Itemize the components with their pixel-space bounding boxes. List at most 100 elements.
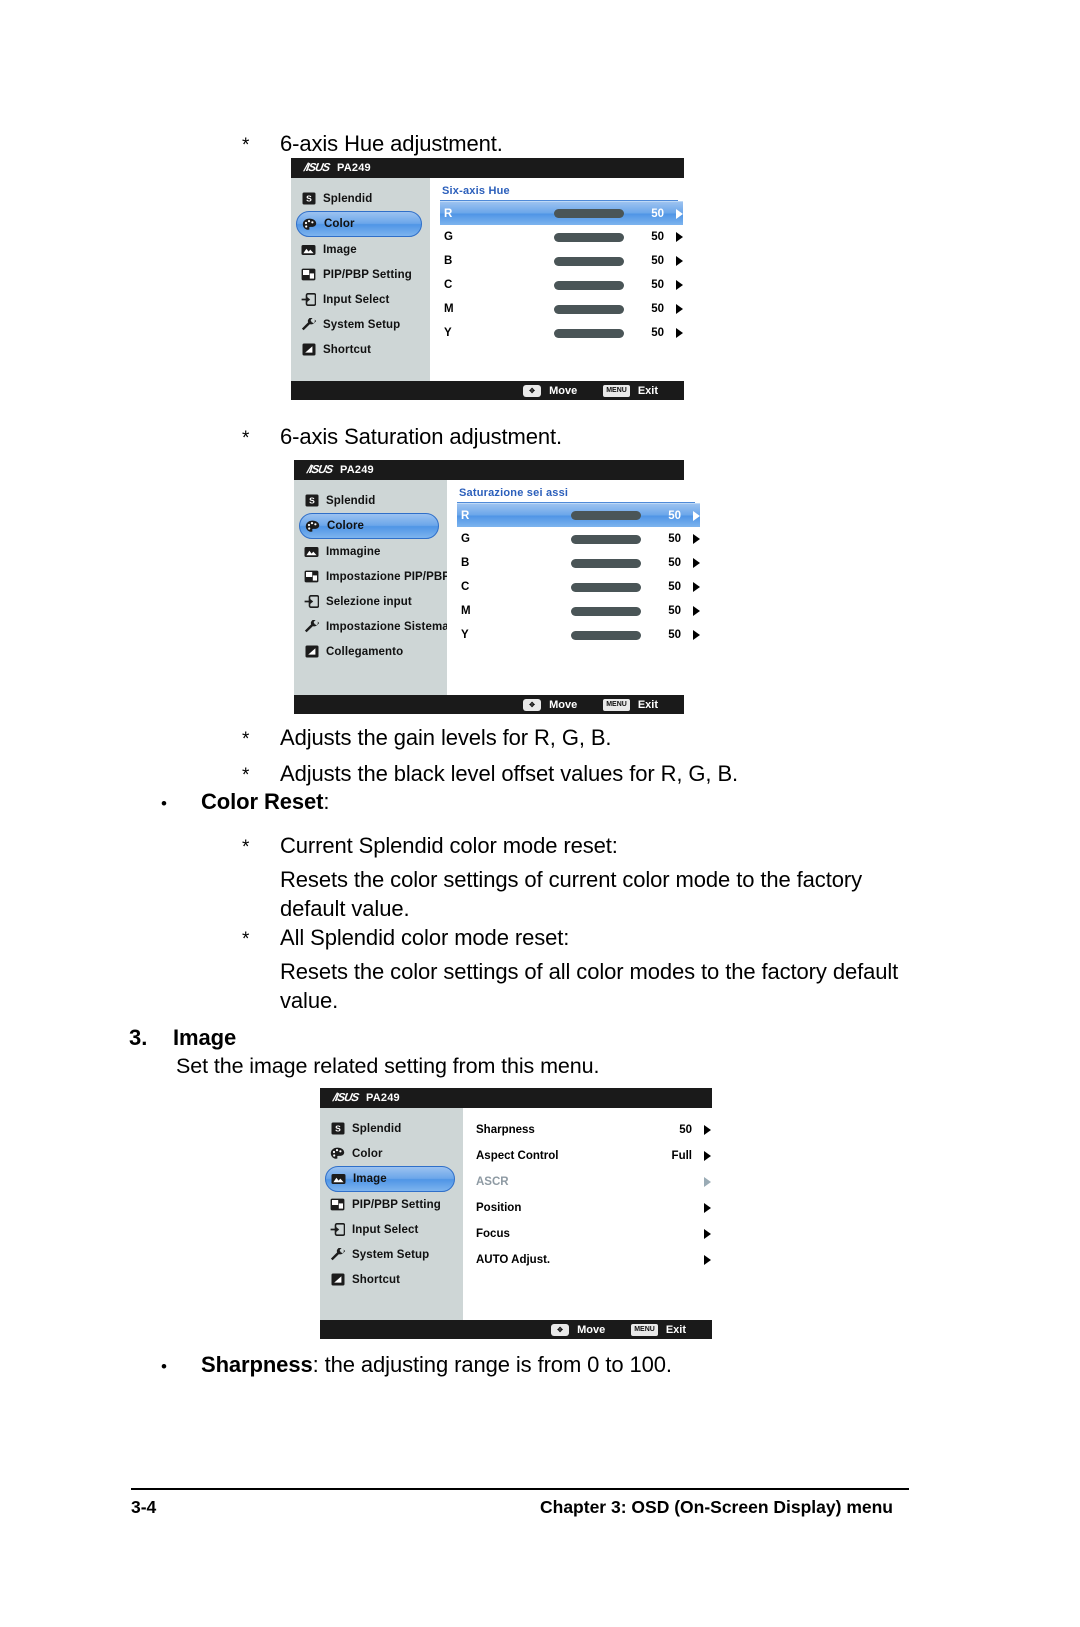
chevron-right-icon[interactable] <box>676 280 683 290</box>
osd-window-saturazione-sei-assi[interactable]: /ISUS PA249 S Splendid Colore Immagine Impos… <box>294 460 701 714</box>
sidebar-item-colore[interactable]: Colore <box>299 513 439 539</box>
slider-row-c[interactable]: C 50 <box>440 273 684 297</box>
slider-row-g[interactable]: G 50 <box>457 527 701 551</box>
option-row-focus[interactable]: Focus <box>472 1221 712 1247</box>
chevron-right-icon[interactable] <box>676 208 683 219</box>
slider-row-r[interactable]: R 50 <box>457 503 700 527</box>
chevron-right-icon[interactable] <box>693 606 700 616</box>
slider-row-b[interactable]: B 50 <box>440 249 684 273</box>
osd-footer: ✥ Move MENU Exit <box>320 1320 712 1339</box>
document-page: * 6-axis Hue adjustment. /ISUS PA249 S Sp… <box>0 0 1080 1627</box>
slider-row-m[interactable]: M 50 <box>457 599 701 623</box>
slider-row-g[interactable]: G 50 <box>440 225 684 249</box>
slider-list: R 50 G 50 B 50 C 50 M 50 Y 50 <box>457 503 701 647</box>
chevron-right-icon[interactable] <box>704 1177 711 1187</box>
slider-track[interactable] <box>554 256 624 266</box>
option-row-auto-adjust[interactable]: AUTO Adjust. <box>472 1247 712 1273</box>
sidebar-item-splendid[interactable]: S Splendid <box>320 1116 463 1141</box>
sidebar-item-pip-pbp-setting[interactable]: PIP/PBP Setting <box>291 262 430 287</box>
sidebar-item-pip-pbp-setting[interactable]: PIP/PBP Setting <box>320 1192 463 1217</box>
sidebar-item-label: Shortcut <box>352 1273 401 1286</box>
wrench-icon <box>304 620 319 634</box>
sidebar-item-splendid[interactable]: S Splendid <box>294 488 447 513</box>
chevron-right-icon[interactable] <box>676 304 683 314</box>
chevron-right-icon[interactable] <box>704 1125 711 1135</box>
chevron-right-icon[interactable] <box>704 1229 711 1239</box>
slider-track[interactable] <box>571 511 641 520</box>
color-reset-label: Color Reset <box>201 789 324 814</box>
asus-logo-icon: /ISUS <box>331 1092 360 1104</box>
sidebar-item-collegamento[interactable]: Collegamento <box>294 639 447 664</box>
sidebar-item-shortcut[interactable]: Shortcut <box>291 337 430 362</box>
option-label: Focus <box>476 1228 510 1240</box>
slider-track[interactable] <box>554 328 624 338</box>
chevron-right-icon[interactable] <box>693 534 700 544</box>
input-select-icon <box>330 1223 345 1237</box>
slider-row-m[interactable]: M 50 <box>440 297 684 321</box>
chevron-right-icon[interactable] <box>704 1203 711 1213</box>
slider-track[interactable] <box>571 606 641 616</box>
option-row-position[interactable]: Position <box>472 1195 712 1221</box>
chevron-right-icon[interactable] <box>676 328 683 338</box>
sidebar-item-input-select[interactable]: Input Select <box>291 287 430 312</box>
chevron-right-icon[interactable] <box>704 1151 711 1161</box>
sidebar-item-selezione-input[interactable]: Selezione input <box>294 589 447 614</box>
slider-track[interactable] <box>554 209 624 218</box>
chevron-right-icon[interactable] <box>693 630 700 640</box>
slider-label: Y <box>461 629 469 641</box>
slider-label: R <box>444 207 453 220</box>
slider-track[interactable] <box>571 534 641 544</box>
sidebar-item-splendid[interactable]: S Splendid <box>291 186 430 211</box>
sidebar-item-impostazione-pip-pbp[interactable]: Impostazione PIP/PBP <box>294 564 450 589</box>
footer-move-group[interactable]: ✥ Move <box>551 1323 605 1336</box>
slider-label: M <box>461 605 471 617</box>
bullet-dot: • <box>161 794 167 813</box>
option-row-ascr[interactable]: ASCR <box>472 1169 712 1195</box>
chevron-right-icon[interactable] <box>676 232 683 242</box>
sidebar-item-color[interactable]: Color <box>320 1141 463 1166</box>
hue-caption-text: 6-axis Hue adjustment. <box>280 131 503 156</box>
slider-track[interactable] <box>554 304 624 314</box>
sidebar-item-system-setup[interactable]: System Setup <box>291 312 430 337</box>
slider-track[interactable] <box>554 232 624 242</box>
sidebar-item-label: Colore <box>327 520 365 532</box>
chevron-right-icon[interactable] <box>693 510 700 521</box>
sidebar-item-input-select[interactable]: Input Select <box>320 1217 463 1242</box>
slider-row-r[interactable]: R 50 <box>440 201 683 225</box>
option-row-aspect-control[interactable]: Aspect Control Full <box>472 1143 712 1169</box>
gain-row: * Adjusts the gain levels for R, G, B. <box>236 723 996 757</box>
slider-track[interactable] <box>571 558 641 568</box>
osd-sidebar: S Splendid Color Image PIP/PBP Setting Input … <box>320 1108 463 1320</box>
sidebar-item-system-setup[interactable]: System Setup <box>320 1242 463 1267</box>
slider-row-y[interactable]: Y 50 <box>440 321 684 345</box>
footer-exit-group[interactable]: MENU Exit <box>603 384 658 397</box>
footer-exit-group[interactable]: MENU Exit <box>631 1323 686 1336</box>
slider-track[interactable] <box>571 582 641 592</box>
slider-row-y[interactable]: Y 50 <box>457 623 701 647</box>
slider-row-b[interactable]: B 50 <box>457 551 701 575</box>
slider-track[interactable] <box>554 280 624 290</box>
chevron-right-icon[interactable] <box>676 256 683 266</box>
chevron-right-icon[interactable] <box>693 582 700 592</box>
sidebar-item-label: Shortcut <box>323 343 372 356</box>
chevron-right-icon[interactable] <box>704 1255 711 1265</box>
monitor-model-label: PA249 <box>366 1092 400 1104</box>
slider-row-c[interactable]: C 50 <box>457 575 701 599</box>
option-row-sharpness[interactable]: Sharpness 50 <box>472 1117 712 1143</box>
sidebar-item-impostazione-sistema[interactable]: Impostazione Sistema <box>294 614 449 639</box>
footer-move-group[interactable]: ✥ Move <box>523 384 577 397</box>
footer-exit-group[interactable]: MENU Exit <box>603 698 658 711</box>
slider-list: R 50 G 50 B 50 C 50 M 50 Y 50 <box>440 201 684 345</box>
sidebar-item-image[interactable]: Image <box>291 237 430 262</box>
sidebar-item-shortcut[interactable]: Shortcut <box>320 1267 463 1292</box>
osd-window-image[interactable]: /ISUS PA249 S Splendid Color Image PIP/PBP S… <box>320 1088 712 1339</box>
pip-pbp-icon <box>304 570 319 584</box>
sidebar-item-image[interactable]: Image <box>325 1166 455 1192</box>
slider-track[interactable] <box>571 630 641 640</box>
chevron-right-icon[interactable] <box>693 558 700 568</box>
sidebar-item-color[interactable]: Color <box>296 211 422 237</box>
sidebar-item-immagine[interactable]: Immagine <box>294 539 447 564</box>
footer-move-group[interactable]: ✥ Move <box>523 698 577 711</box>
slider-value: 50 <box>651 207 664 220</box>
osd-window-six-axis-hue[interactable]: /ISUS PA249 S Splendid Color Image PIP/PBP S… <box>291 158 684 400</box>
